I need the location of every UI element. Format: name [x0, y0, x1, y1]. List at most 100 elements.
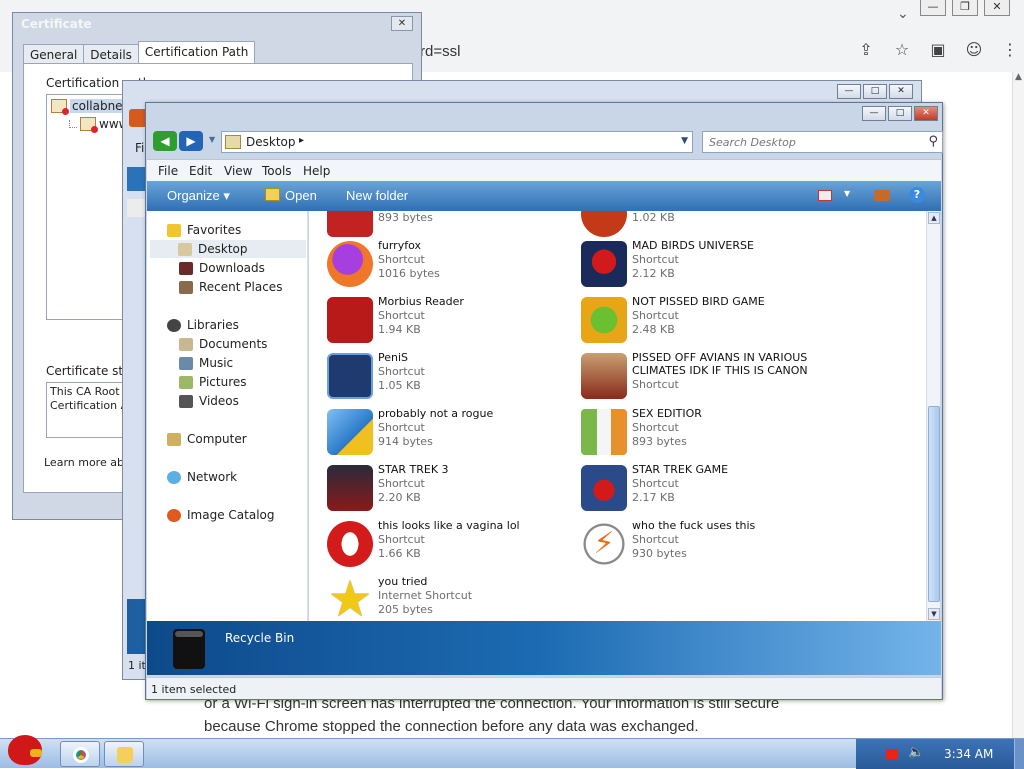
nav-image-catalog[interactable]: Image Catalog: [167, 506, 274, 524]
nav-network[interactable]: Network: [167, 468, 237, 486]
file-item[interactable]: 893 bytes: [327, 211, 575, 241]
file-type: Shortcut: [378, 365, 425, 378]
file-type: Shortcut: [632, 253, 679, 266]
recent-pages-dropdown-icon[interactable]: ▼: [209, 135, 215, 144]
browser-restore-button[interactable]: ❐: [952, 0, 978, 16]
tab-general[interactable]: General: [23, 44, 85, 65]
file-size: 1.66 KB: [378, 547, 421, 560]
bg-maximize-button[interactable]: □: [863, 84, 887, 99]
command-bar: Organize ▾ Open New folder ▼ ?: [147, 181, 941, 211]
nav-downloads[interactable]: Downloads: [179, 259, 265, 277]
scroll-down-arrow-icon[interactable]: ▼: [928, 608, 940, 620]
file-item[interactable]: ★ you tried Internet Shortcut 205 bytes: [327, 574, 575, 621]
nav-favorites[interactable]: Favorites: [167, 221, 241, 239]
green-pig-icon: [581, 297, 627, 343]
address-field[interactable]: Desktop ▸ ▼: [221, 131, 693, 153]
file-size: 914 bytes: [378, 435, 433, 448]
scrollbar-thumb[interactable]: [928, 406, 940, 602]
open-button[interactable]: Open: [285, 188, 317, 203]
nav-pictures[interactable]: Pictures: [179, 373, 247, 391]
file-item[interactable]: MAD BIRDS UNIVERSE Shortcut 2.12 KB: [581, 239, 829, 291]
file-item[interactable]: SEX EDITIOR Shortcut 893 bytes: [581, 407, 829, 459]
change-view-icon[interactable]: [818, 190, 832, 201]
nav-music[interactable]: Music: [179, 354, 233, 372]
bg-menu-file[interactable]: Fi: [135, 141, 144, 155]
file-name: SEX EDITIOR: [632, 407, 702, 420]
nav-videos[interactable]: Videos: [179, 392, 239, 410]
bg-close-button[interactable]: ✕: [889, 84, 913, 99]
scroll-up-arrow-icon[interactable]: ▲: [928, 212, 940, 224]
menu-view[interactable]: View: [224, 164, 252, 178]
file-item[interactable]: furryfox Shortcut 1016 bytes: [327, 239, 575, 291]
file-item[interactable]: probably not a rogue Shortcut 914 bytes: [327, 407, 575, 459]
profile-icon[interactable]: ☺: [963, 40, 985, 59]
open-folder-icon: [265, 188, 280, 201]
nav-libraries[interactable]: Libraries: [167, 316, 239, 334]
file-item[interactable]: PeniS Shortcut 1.05 KB: [327, 351, 575, 403]
file-item[interactable]: 1.02 KB: [581, 211, 829, 241]
help-icon[interactable]: ?: [909, 187, 925, 203]
view-options-dropdown-icon[interactable]: ▼: [844, 189, 850, 198]
organize-button[interactable]: Organize ▾: [167, 188, 230, 204]
close-button[interactable]: ✕: [914, 106, 938, 121]
file-item[interactable]: NOT PISSED BIRD GAME Shortcut 2.48 KB: [581, 295, 829, 347]
side-panel-icon[interactable]: ▣: [927, 40, 949, 59]
file-item[interactable]: Morbius Reader Shortcut 1.94 KB: [327, 295, 575, 347]
file-list-scrollbar[interactable]: ▲ ▼: [926, 211, 940, 621]
menu-tools[interactable]: Tools: [262, 164, 292, 178]
browser-close-button[interactable]: ✕: [984, 0, 1010, 16]
bookmark-star-icon[interactable]: ☆: [891, 40, 913, 59]
nav-recent-places[interactable]: Recent Places: [179, 278, 282, 296]
tab-search-chevron-icon[interactable]: ⌄: [897, 6, 909, 22]
nav-desktop[interactable]: Desktop: [150, 240, 306, 258]
file-type: Shortcut: [378, 253, 425, 266]
address-dropdown-icon[interactable]: ▼: [681, 136, 688, 146]
browser-minimize-button[interactable]: —: [920, 0, 946, 16]
file-item[interactable]: PISSED OFF AVIANS IN VARIOUS CLIMATES ID…: [581, 351, 829, 403]
bg-minimize-button[interactable]: —: [837, 84, 861, 99]
taskbar-chrome-button[interactable]: [60, 741, 100, 767]
search-icon[interactable]: ⚲: [928, 134, 938, 149]
file-item[interactable]: this looks like a vagina lol Shortcut 1.…: [327, 519, 575, 571]
action-center-icon[interactable]: [886, 749, 898, 759]
new-folder-button[interactable]: New folder: [346, 188, 408, 203]
certificate-close-button[interactable]: ✕: [391, 16, 413, 31]
start-button[interactable]: [4, 731, 48, 769]
menu-file[interactable]: File: [158, 164, 178, 178]
menu-help[interactable]: Help: [303, 164, 330, 178]
red-app-icon: [327, 211, 373, 237]
file-item[interactable]: ⚡ who the fuck uses this Shortcut 930 by…: [581, 519, 829, 571]
file-type: Shortcut: [378, 421, 425, 434]
file-name: MAD BIRDS UNIVERSE: [632, 239, 754, 252]
browser-menu-icon[interactable]: ⋮: [999, 40, 1021, 59]
minimize-button[interactable]: —: [862, 106, 886, 121]
volume-icon[interactable]: 🔈: [908, 745, 924, 760]
browser-scrollbar[interactable]: ▲: [1012, 72, 1024, 738]
search-field[interactable]: Search Desktop ⚲: [702, 131, 943, 153]
file-name: furryfox: [378, 239, 421, 252]
file-item[interactable]: STAR TREK GAME Shortcut 2.17 KB: [581, 463, 829, 515]
share-icon[interactable]: ⇪: [855, 40, 877, 59]
forward-button[interactable]: ▶: [179, 131, 203, 151]
clock[interactable]: 3:34 AM: [944, 747, 993, 761]
file-size: 1016 bytes: [378, 267, 440, 280]
taskbar-explorer-button[interactable]: [104, 741, 144, 767]
tab-certification-path[interactable]: Certification Path: [137, 41, 256, 65]
back-button[interactable]: ◀: [153, 131, 177, 151]
scroll-up-arrow-icon[interactable]: ▲: [1013, 72, 1024, 82]
opera-icon: [327, 521, 373, 567]
nav-label: Pictures: [199, 375, 247, 389]
nav-documents[interactable]: Documents: [179, 335, 267, 353]
file-size: 2.20 KB: [378, 491, 421, 504]
nav-computer[interactable]: Computer: [167, 430, 247, 448]
maximize-button[interactable]: □: [888, 106, 912, 121]
breadcrumb-chevron-icon[interactable]: ▸: [299, 135, 304, 146]
preview-pane-icon[interactable]: [874, 190, 890, 201]
file-item[interactable]: STAR TREK 3 Shortcut 2.20 KB: [327, 463, 575, 515]
menu-edit[interactable]: Edit: [189, 164, 212, 178]
show-desktop-button[interactable]: [1014, 739, 1024, 769]
address-bar[interactable]: rd=ssl: [410, 36, 840, 68]
certificate-tabs: General Details Certification Path: [23, 41, 256, 65]
address-breadcrumb[interactable]: Desktop: [246, 135, 296, 149]
tab-details[interactable]: Details: [83, 44, 139, 65]
